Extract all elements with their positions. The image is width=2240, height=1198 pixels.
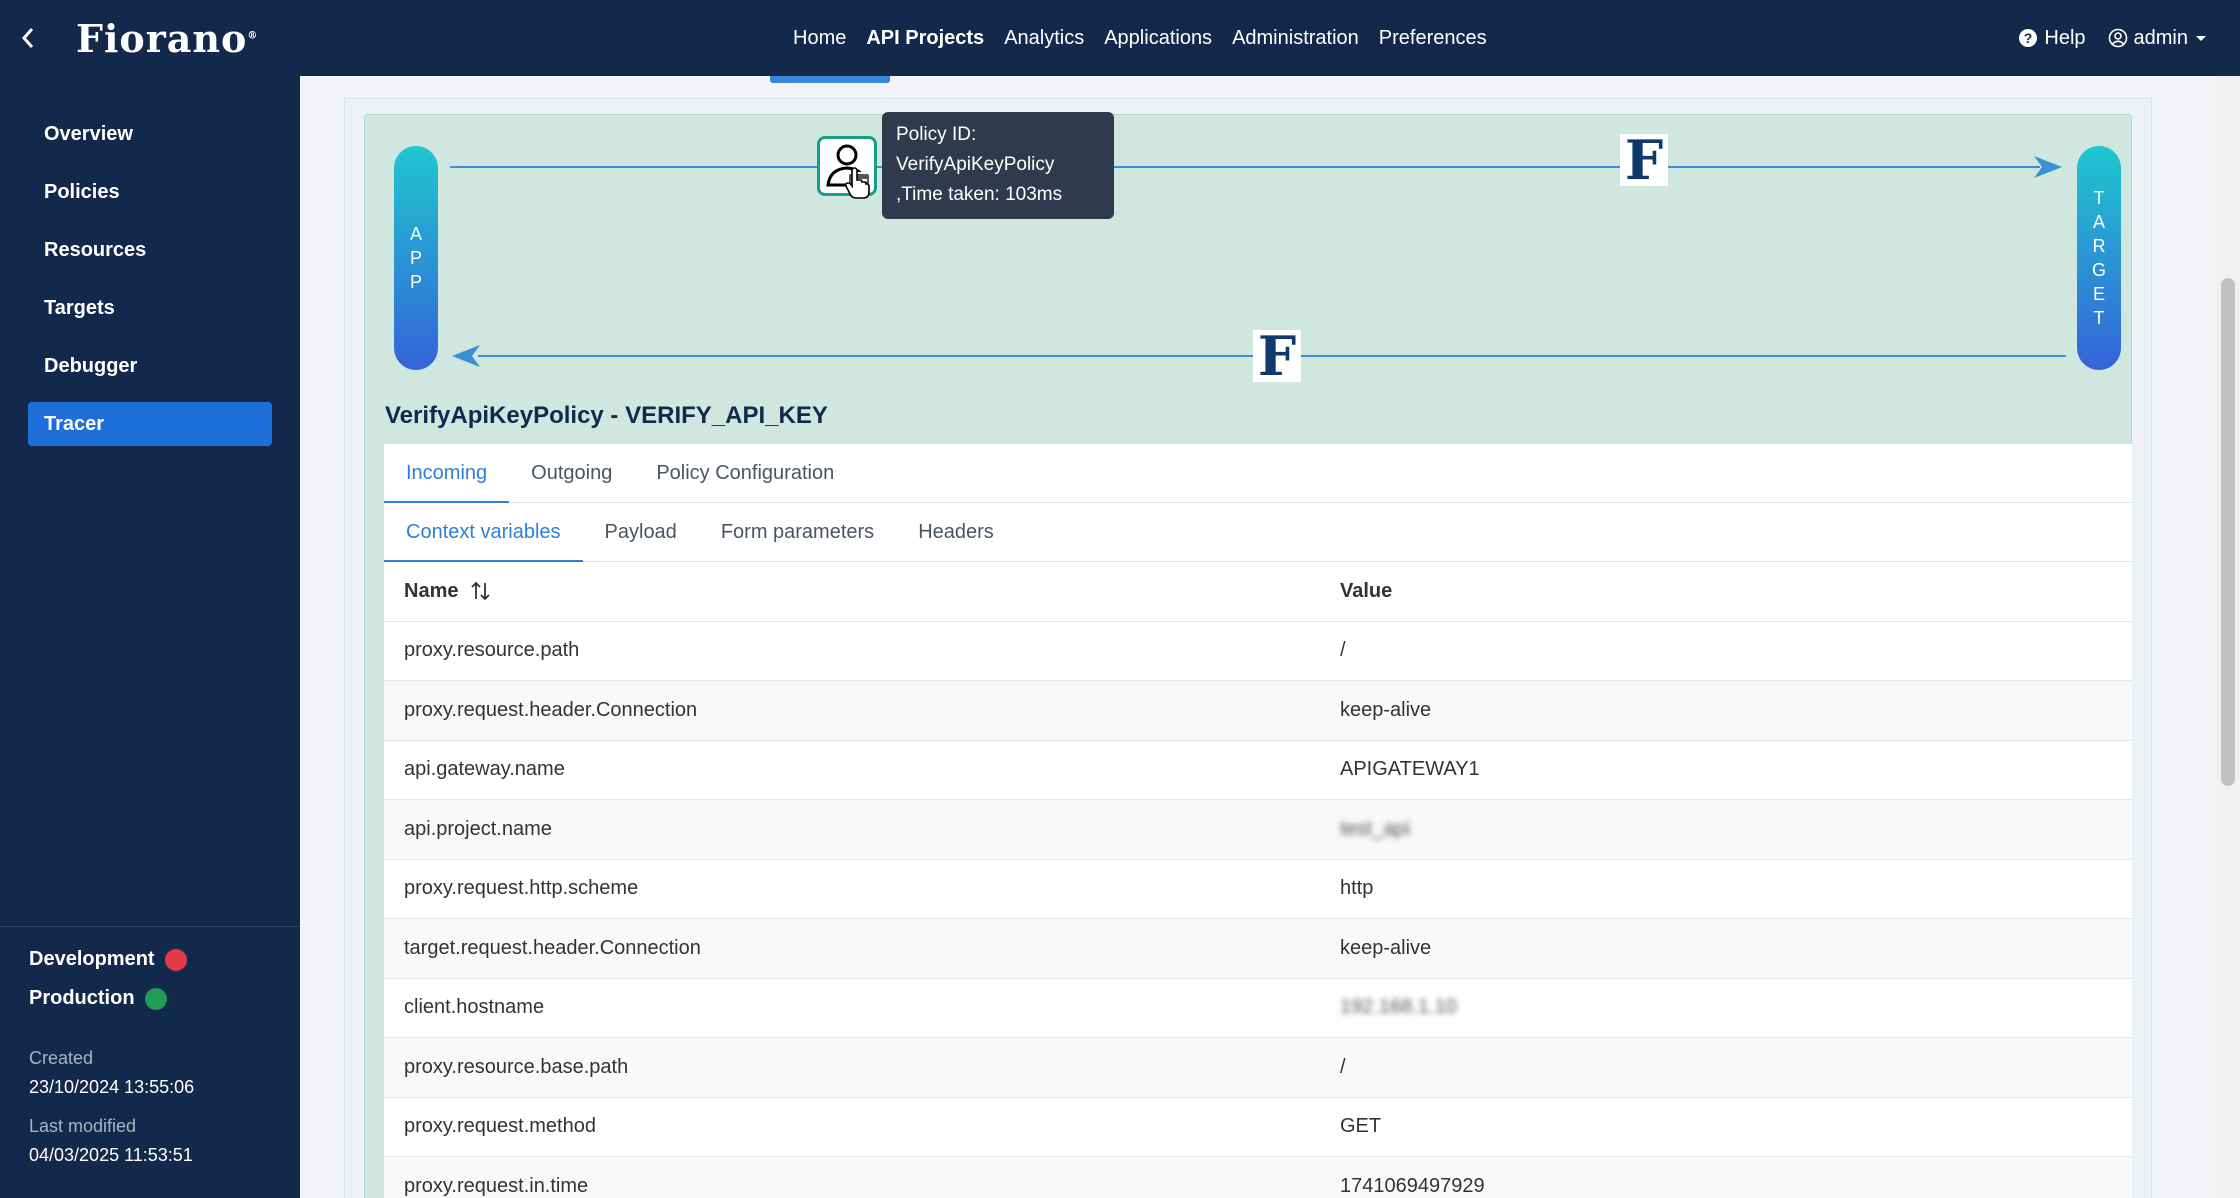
status-dot-green xyxy=(144,987,167,1010)
tab-form-parameters[interactable]: Form parameters xyxy=(699,503,896,561)
table-row: client.hostname 192.168.1.10 xyxy=(384,979,2132,1038)
sort-icon[interactable] xyxy=(470,580,492,602)
fiorano-f-icon[interactable]: F xyxy=(1253,329,1301,383)
variable-name: proxy.request.method xyxy=(404,1115,596,1138)
scrollbar-thumb[interactable] xyxy=(2221,278,2235,786)
fiorano-f-icon[interactable]: F xyxy=(1620,133,1668,187)
table-header: Name Value xyxy=(384,562,2132,622)
table-row: api.project.name test_api xyxy=(384,800,2132,860)
variable-name: client.hostname xyxy=(404,996,545,1019)
verify-api-key-policy-icon[interactable] xyxy=(817,136,877,199)
created-label: Created xyxy=(29,1048,94,1068)
policy-details-box: Incoming Outgoing Policy Configuration C… xyxy=(384,444,2132,1198)
variable-value: / xyxy=(1340,1055,1346,1078)
variable-value: keep-alive xyxy=(1340,936,1432,959)
tab-outgoing[interactable]: Outgoing xyxy=(509,444,634,502)
variable-value: 192.168.1.10 xyxy=(1340,996,1457,1019)
context-variables-table: Name Value proxy.resource.path / proxy.req… xyxy=(384,562,2132,1198)
sidebar-divider xyxy=(0,926,300,927)
tab-policy-configuration[interactable]: Policy Configuration xyxy=(634,444,856,502)
variable-name: proxy.request.header.Connection xyxy=(404,698,698,721)
tooltip-line: ,Time taken: 103ms xyxy=(896,184,1063,205)
column-header-value: Value xyxy=(1340,579,1393,602)
table-row: proxy.request.method GET xyxy=(384,1098,2132,1157)
variable-value: test_api xyxy=(1340,817,1411,840)
main-tabs: Incoming Outgoing Policy Configuration xyxy=(384,444,2132,503)
table-row: proxy.request.in.time 1741069497929 xyxy=(384,1157,2132,1198)
tab-incoming[interactable]: Incoming xyxy=(384,444,510,503)
table-body: proxy.resource.path / proxy.request.header… xyxy=(384,622,2132,1198)
variable-value: 1741069497929 xyxy=(1340,1174,1485,1197)
variable-value: GET xyxy=(1340,1115,1382,1138)
table-row: proxy.request.header.Connection keep-aliv… xyxy=(384,681,2132,741)
policy-title: VerifyApiKeyPolicy - VERIFY_API_KEY xyxy=(385,402,828,429)
variable-name: target.request.header.Connection xyxy=(404,936,701,959)
app-endpoint: APP xyxy=(394,146,438,370)
status-dot-red xyxy=(164,948,187,971)
tab-context-variables[interactable]: Context variables xyxy=(384,503,583,562)
tooltip-line: VerifyApiKeyPolicy xyxy=(896,154,1055,175)
variable-value: http xyxy=(1340,877,1374,900)
table-row: target.request.header.Connection keep-ali… xyxy=(384,919,2132,979)
page-scrollbar[interactable] xyxy=(2216,76,2240,1198)
env-production[interactable]: Production xyxy=(29,987,167,1010)
tab-payload[interactable]: Payload xyxy=(583,503,699,561)
env-development[interactable]: Development xyxy=(29,948,187,971)
modified-label: Last modified xyxy=(29,1116,137,1136)
variable-value: APIGATEWAY1 xyxy=(1340,758,1480,781)
variable-value: keep-alive xyxy=(1340,698,1432,721)
target-endpoint: TARGET xyxy=(2077,146,2121,370)
created-value: 23/10/2024 13:55:06 xyxy=(29,1077,195,1097)
variable-name: proxy.request.http.scheme xyxy=(404,877,639,900)
table-row: proxy.resource.path / xyxy=(384,622,2132,681)
modified-value: 04/03/2025 11:53:51 xyxy=(29,1145,193,1165)
tab-headers[interactable]: Headers xyxy=(896,503,1016,561)
sub-tabs: Context variables Payload Form parameter… xyxy=(384,503,2132,562)
column-header-name[interactable]: Name xyxy=(384,580,1337,603)
table-row: api.gateway.name APIGATEWAY1 xyxy=(384,741,2132,800)
variable-name: api.gateway.name xyxy=(404,758,565,781)
variable-name: api.project.name xyxy=(404,817,552,840)
policy-tooltip: Policy ID: VerifyApiKeyPolicy ,Time take… xyxy=(882,112,1114,219)
tooltip-line: Policy ID: xyxy=(896,124,977,145)
table-row: proxy.resource.base.path / xyxy=(384,1038,2132,1098)
hand-cursor-icon xyxy=(844,167,870,199)
variable-name: proxy.request.in.time xyxy=(404,1174,589,1197)
table-row: proxy.request.http.scheme http xyxy=(384,860,2132,919)
variable-value: / xyxy=(1340,639,1346,662)
variable-name: proxy.resource.path xyxy=(404,639,580,662)
flow-arrows xyxy=(450,156,2066,367)
variable-name: proxy.resource.base.path xyxy=(404,1055,629,1078)
